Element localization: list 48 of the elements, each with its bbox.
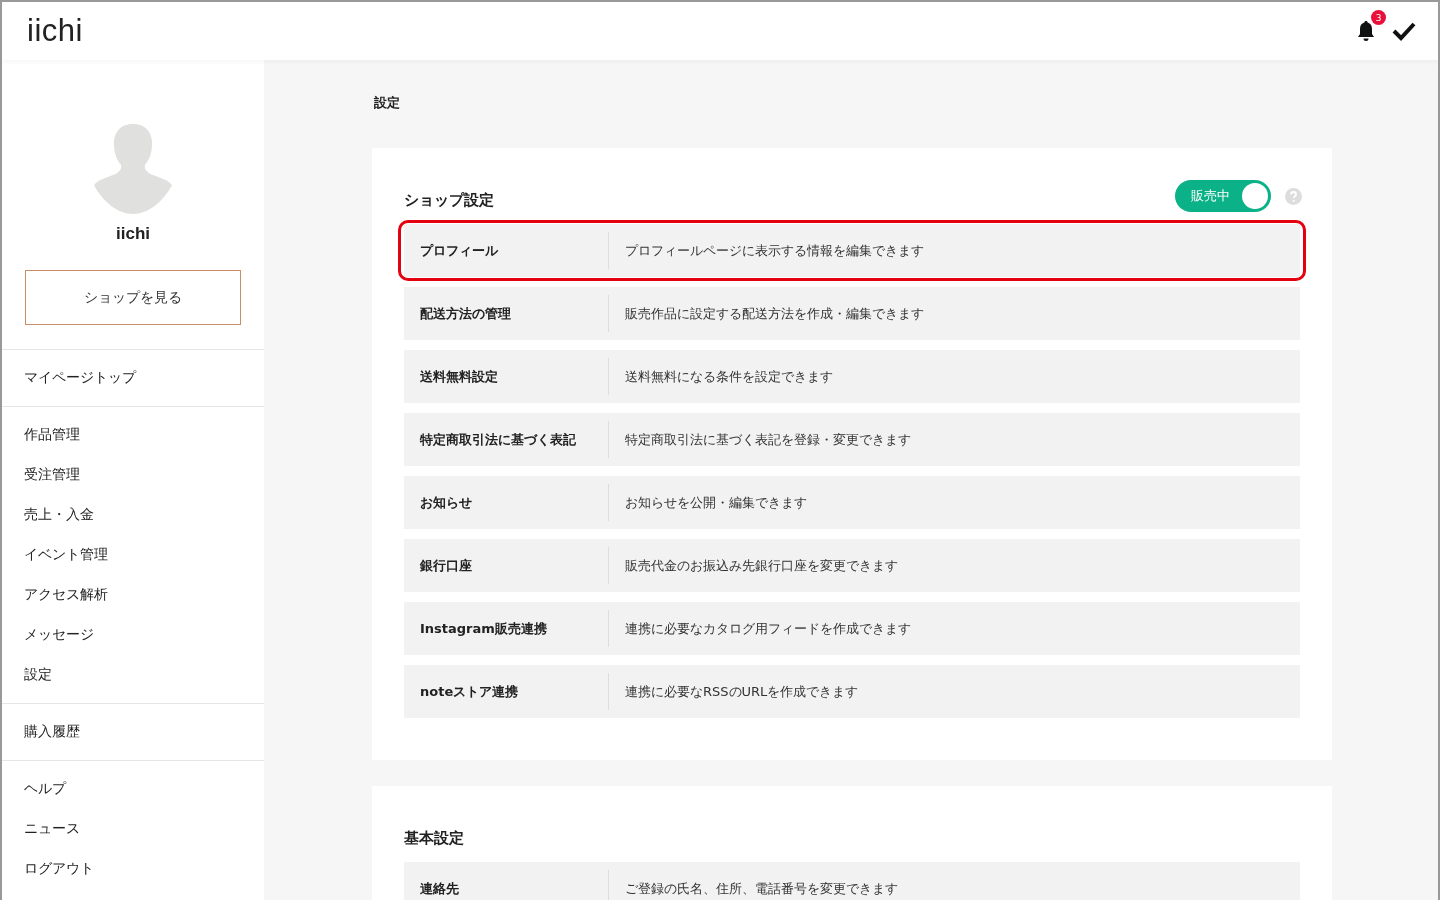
sidebar-item[interactable]: イベント管理 bbox=[2, 535, 264, 575]
row-description: ご登録の氏名、住所、電話番号を変更できます bbox=[608, 870, 1300, 900]
row-label: Instagram販売連携 bbox=[419, 619, 548, 638]
row-description: 連携に必要なカタログ用フィードを作成できます bbox=[608, 610, 1300, 647]
settings-row[interactable]: 連絡先 ご登録の氏名、住所、電話番号を変更できます bbox=[404, 862, 1300, 900]
sidebar-item[interactable]: 売上・入金 bbox=[2, 495, 264, 535]
sidebar-item[interactable]: 作品管理 bbox=[2, 415, 264, 455]
settings-row[interactable]: 配送方法の管理 販売作品に設定する配送方法を作成・編集できます bbox=[404, 287, 1300, 340]
sidebar-item[interactable]: ニュース bbox=[2, 809, 264, 849]
view-shop-button[interactable]: ショップを見る bbox=[25, 270, 241, 325]
row-label: プロフィール bbox=[419, 241, 499, 260]
checkmark-icon[interactable] bbox=[1392, 21, 1416, 41]
row-description: プロフィールページに表示する情報を編集できます bbox=[608, 232, 1300, 269]
section-title: 基本設定 bbox=[404, 828, 464, 848]
row-label: 配送方法の管理 bbox=[419, 304, 512, 323]
breadcrumb: 設定 bbox=[374, 94, 401, 112]
row-label: お知らせ bbox=[419, 493, 473, 512]
user-name: iichi bbox=[116, 224, 150, 244]
row-label: 連絡先 bbox=[419, 879, 460, 898]
row-description: お知らせを公開・編集できます bbox=[608, 484, 1300, 521]
sidebar-item[interactable]: マイページトップ bbox=[2, 358, 264, 398]
sidebar-item[interactable]: 設定 bbox=[2, 655, 264, 695]
sidebar-item[interactable]: 購入履歴 bbox=[2, 712, 264, 752]
settings-row[interactable]: Instagram販売連携 連携に必要なカタログ用フィードを作成できます bbox=[404, 602, 1300, 655]
settings-row[interactable]: 送料無料設定 送料無料になる条件を設定できます bbox=[404, 350, 1300, 403]
settings-row[interactable]: noteストア連携 連携に必要なRSSのURLを作成できます bbox=[404, 665, 1300, 718]
sidebar-item[interactable]: ヘルプ bbox=[2, 769, 264, 809]
section-title: ショップ設定 bbox=[404, 190, 494, 210]
row-label: 特定商取引法に基づく表記 bbox=[419, 430, 577, 449]
logo[interactable]: iichi bbox=[27, 13, 83, 49]
settings-row[interactable]: お知らせ お知らせを公開・編集できます bbox=[404, 476, 1300, 529]
settings-row[interactable]: 特定商取引法に基づく表記 特定商取引法に基づく表記を登録・変更できます bbox=[404, 413, 1300, 466]
row-label: noteストア連携 bbox=[419, 682, 520, 701]
sidebar-item[interactable]: メッセージ bbox=[2, 615, 264, 655]
row-description: 販売代金のお振込み先銀行口座を変更できます bbox=[608, 547, 1300, 584]
sidebar-item[interactable]: アクセス解析 bbox=[2, 575, 264, 615]
row-label: 送料無料設定 bbox=[419, 367, 499, 386]
settings-row[interactable]: 銀行口座 販売代金のお振込み先銀行口座を変更できます bbox=[404, 539, 1300, 592]
row-description: 特定商取引法に基づく表記を登録・変更できます bbox=[608, 421, 1300, 458]
notification-badge: 3 bbox=[1371, 10, 1386, 25]
row-description: 送料無料になる条件を設定できます bbox=[608, 358, 1300, 395]
row-description: 販売作品に設定する配送方法を作成・編集できます bbox=[608, 295, 1300, 332]
avatar-icon bbox=[94, 124, 172, 214]
row-label: 銀行口座 bbox=[419, 556, 473, 575]
sidebar-item[interactable]: ログアウト bbox=[2, 849, 264, 889]
sidebar-item[interactable]: 受注管理 bbox=[2, 455, 264, 495]
row-description: 連携に必要なRSSのURLを作成できます bbox=[608, 673, 1300, 710]
settings-row[interactable]: プロフィール プロフィールページに表示する情報を編集できます bbox=[404, 224, 1300, 277]
